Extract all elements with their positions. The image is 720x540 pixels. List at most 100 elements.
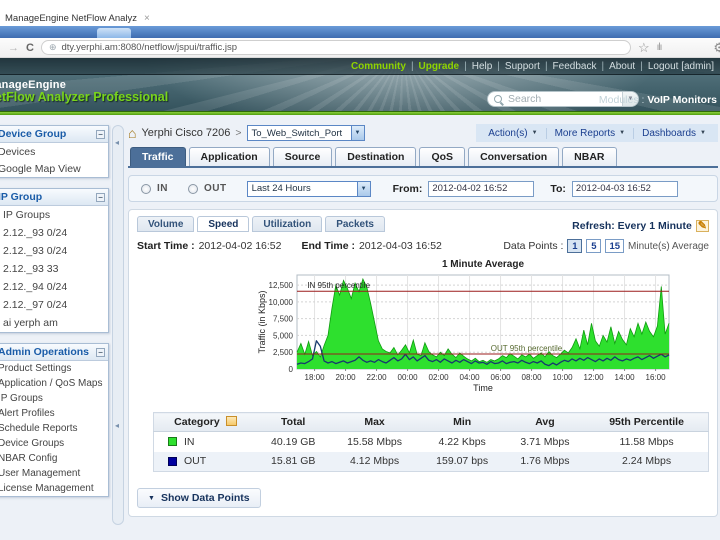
times-row: Start Time : 2012-04-02 16:52 End Time :… — [137, 239, 709, 253]
svg-text:Traffic (in Kbps): Traffic (in Kbps) — [257, 290, 267, 353]
sidebar-item-2-12-93-0-24[interactable]: 2.12._93 0/24 — [0, 224, 108, 242]
link-separator: | — [410, 60, 414, 72]
sidebar-item-devices[interactable]: Devices — [0, 143, 108, 160]
link-separator: | — [640, 60, 643, 72]
out-radio[interactable] — [188, 183, 198, 194]
action-action-s[interactable]: Action(s) ▼ — [480, 127, 547, 139]
header-link-help[interactable]: Help — [472, 61, 493, 72]
page-body: Device Group − Devices Google Map View IP Gr… — [0, 115, 720, 540]
collapse-minus-icon[interactable]: − — [96, 192, 105, 202]
forward-icon[interactable]: → — [8, 42, 19, 54]
sidebar-item-2-12-93-0-24[interactable]: 2.12._93 0/24 — [0, 242, 108, 260]
reload-icon[interactable]: C — [26, 42, 34, 54]
svg-text:Time: Time — [473, 383, 493, 393]
browser-tab-title: ManageEngine NetFlow Analyz — [5, 13, 138, 24]
col-header-avg: Avg — [504, 412, 586, 432]
sidebar-item-alert-profiles[interactable]: Alert Profiles — [0, 406, 108, 421]
collapse-minus-icon[interactable]: − — [96, 129, 105, 139]
sidebar-item-product-settings[interactable]: Product Settings — [0, 361, 108, 376]
tab-qos[interactable]: QoS — [419, 147, 466, 166]
series-swatch-in — [168, 437, 177, 447]
header-link-community[interactable]: Community — [351, 61, 406, 72]
sidebar-item-google-map-view[interactable]: Google Map View — [0, 160, 108, 177]
sidebar-item-2-12-93-33[interactable]: 2.12._93 33 — [0, 260, 108, 278]
header-link-upgrade[interactable]: Upgrade — [419, 61, 460, 72]
collapse-left-icon[interactable]: ◂ — [115, 138, 119, 147]
refresh-control: Refresh: Every 1 Minute ✎ — [572, 220, 709, 232]
from-date-field[interactable] — [428, 180, 535, 197]
sidebar-item-ai-yerph-am[interactable]: ai yerph am — [0, 314, 108, 332]
sidebar-item-schedule-reports[interactable]: Schedule Reports — [0, 421, 108, 436]
data-points-5-button[interactable]: 5 — [586, 239, 602, 253]
category-label: OUT — [184, 455, 207, 468]
action-more-reports[interactable]: More Reports ▼ — [547, 127, 635, 139]
bookmark-star-icon[interactable]: ☆ — [638, 40, 650, 56]
in-radio[interactable] — [141, 183, 151, 194]
home-icon[interactable]: ⌂ — [128, 126, 136, 140]
edit-icon[interactable]: ✎ — [695, 220, 709, 232]
extension-icon[interactable]: ılı — [657, 42, 663, 53]
data-points-group: Data Points : 1 5 15 Minute(s) Average — [503, 239, 709, 253]
traffic-chart: 18:00 20:00 22:00 00:00 02:00 04:00 06:00 08:00… — [257, 259, 670, 393]
breadcrumb-separator: > — [235, 127, 242, 139]
tab-nbar[interactable]: NBAR — [562, 147, 617, 166]
main-content: ⌂ Yerphi Cisco 7206 > To_Web_Switch_Port… — [128, 115, 718, 540]
close-icon[interactable]: × — [144, 13, 150, 24]
modules-value[interactable]: VoIP Monitors — [647, 94, 717, 106]
url-text[interactable]: dty.yerphi.am:8080/netflow/jspui/traffic… — [62, 42, 238, 53]
collapse-minus-icon[interactable]: − — [96, 347, 105, 357]
settings-wrench-icon[interactable]: ⚙ — [713, 40, 720, 56]
sidebar-splitter[interactable]: ◂ ◂ — [112, 125, 124, 525]
sidebar-box-title: Admin Operations — [0, 346, 90, 358]
header-link-support[interactable]: Support — [505, 61, 540, 72]
sidebar-item-user-management[interactable]: User Management — [0, 466, 108, 481]
browser-tab[interactable]: ManageEngine NetFlow Analyz × — [5, 13, 150, 24]
cell-avg-in: 3.71 Mbps — [520, 435, 570, 448]
breadcrumb-device[interactable]: Yerphi Cisco 7206 — [141, 127, 230, 139]
tab-source[interactable]: Source — [272, 147, 333, 166]
traffic-table-body: IN 40.19 GB 15.58 Mbps 4.22 Kbps 3.71 Mbps 11… — [153, 432, 709, 472]
sidebar-item-nbar-config[interactable]: NBAR Config — [0, 451, 108, 466]
sidebar-item-license-management[interactable]: License Management — [0, 481, 108, 496]
subtab-volume[interactable]: Volume — [137, 216, 195, 232]
link-separator: | — [464, 60, 467, 72]
subtab-utilization[interactable]: Utilization — [252, 216, 323, 232]
browser-tab-strip: ManageEngine NetFlow Analyz × — [0, 0, 720, 26]
col-header-label: Min — [453, 416, 472, 428]
tab-destination[interactable]: Destination — [335, 147, 417, 166]
collapse-left-icon[interactable]: ◂ — [115, 421, 119, 430]
time-range-select[interactable]: Last 24 Hours ▼ — [246, 180, 371, 197]
subtab-packets[interactable]: Packets — [325, 216, 385, 232]
cell-total-in: 40.19 GB — [271, 435, 316, 448]
sidebar-item-device-groups[interactable]: Device Groups — [0, 436, 108, 451]
header-link-feedback[interactable]: Feedback — [553, 61, 597, 72]
category-cell: IN — [154, 436, 257, 448]
header-link-about[interactable]: About — [609, 61, 635, 72]
data-points-1-button[interactable]: 1 — [567, 239, 583, 253]
svg-text:02:00: 02:00 — [429, 373, 450, 382]
end-time-value: 2012-04-03 16:52 — [358, 240, 442, 252]
interface-select[interactable]: To_Web_Switch_Port ▼ — [246, 125, 365, 141]
new-tab-button[interactable] — [97, 28, 131, 38]
browser-title-band — [0, 26, 720, 38]
modules-switcher[interactable]: Modules : VoIP Monitors — [599, 94, 717, 106]
tab-conversation[interactable]: Conversation — [468, 147, 560, 166]
tab-traffic[interactable]: Traffic — [130, 147, 186, 166]
sidebar-item-application-qos-maps[interactable]: Application / QoS Maps — [0, 376, 108, 391]
show-data-points-button[interactable]: ▼ Show Data Points — [137, 488, 261, 508]
action-dashboards[interactable]: Dashboards ▼ — [634, 128, 714, 139]
url-bar[interactable]: ⊕ dty.yerphi.am:8080/netflow/jspui/traff… — [40, 40, 631, 55]
sidebar-item-ip-groups[interactable]: IP Groups — [0, 206, 108, 224]
to-date-field[interactable] — [571, 180, 678, 197]
tab-application[interactable]: Application — [188, 147, 270, 166]
svg-text:10:00: 10:00 — [553, 373, 574, 382]
filter-bar: IN OUT Last 24 Hours ▼ From: To: — [128, 175, 718, 202]
sidebar-item-2-12-97-0-24[interactable]: 2.12._97 0/24 — [0, 296, 108, 314]
data-points-15-button[interactable]: 15 — [605, 239, 625, 253]
sidebar-item-2-12-94-0-24[interactable]: 2.12._94 0/24 — [0, 278, 108, 296]
sidebar-item-ip-groups[interactable]: IP Groups — [0, 391, 108, 406]
subtab-speed[interactable]: Speed — [197, 216, 250, 232]
data-points-suffix: Minute(s) Average — [628, 240, 709, 252]
export-icon[interactable] — [225, 416, 237, 426]
header-link-logout-admin[interactable]: Logout [admin] — [648, 61, 714, 72]
